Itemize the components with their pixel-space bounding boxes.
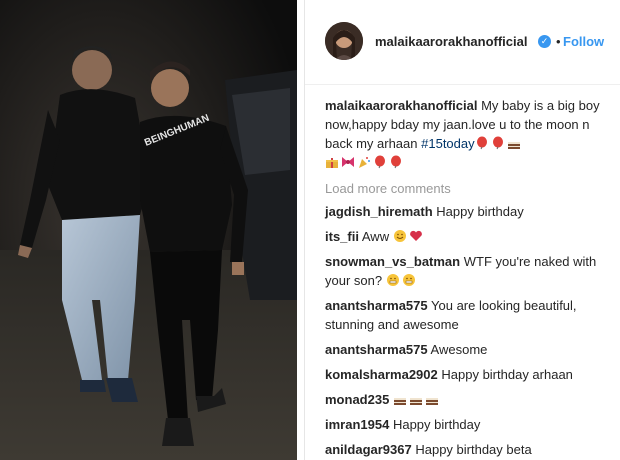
- comment-username[interactable]: anantsharma575: [325, 298, 428, 313]
- comment-item: komalsharma2902 Happy birthday arhaan: [325, 365, 615, 384]
- comment-username[interactable]: monad235: [325, 392, 389, 407]
- follow-button[interactable]: Follow: [563, 34, 604, 49]
- comment-item: anildagar9367 Happy birthday beta: [325, 440, 615, 459]
- comment-item: monad235: [325, 390, 615, 409]
- avatar[interactable]: [325, 22, 363, 60]
- load-more-comments-link[interactable]: Load more comments: [325, 181, 615, 196]
- comment-username[interactable]: komalsharma2902: [325, 367, 438, 382]
- comment-username[interactable]: imran1954: [325, 417, 389, 432]
- comment-item: snowman_vs_batman WTF you're naked with …: [325, 252, 615, 290]
- balloon-icon: [375, 155, 385, 169]
- separator-dot: •: [556, 34, 561, 49]
- photo-illustration: BEINGHUMAN: [0, 0, 297, 460]
- caption-hashtag[interactable]: #15today: [421, 136, 475, 151]
- balloon-icon: [391, 155, 401, 169]
- comment-item: imran1954 Happy birthday: [325, 415, 615, 434]
- header-username[interactable]: malaikaarorakhanofficial: [375, 34, 527, 49]
- verified-badge-icon: ✓: [538, 35, 551, 48]
- comment-item: anantsharma575 You are looking beautiful…: [325, 296, 615, 334]
- comment-username[interactable]: anantsharma575: [325, 342, 428, 357]
- comment-username[interactable]: jagdish_hiremath: [325, 204, 433, 219]
- comment-item: its_fii Aww: [325, 227, 615, 246]
- gift-icon: [326, 158, 338, 168]
- comments-section: malaikaarorakhanofficial My baby is a bi…: [325, 96, 615, 459]
- post-side-panel: malaikaarorakhanofficial ✓ • Follow mala…: [304, 0, 620, 460]
- comment-text: Happy birthday arhaan: [441, 367, 573, 382]
- post-photo: BEINGHUMAN: [0, 0, 297, 460]
- caption-username[interactable]: malaikaarorakhanofficial: [325, 98, 477, 113]
- post-caption: malaikaarorakhanofficial My baby is a bi…: [325, 96, 615, 172]
- grimace-icon: [386, 274, 399, 286]
- avatar-image: [325, 22, 363, 60]
- balloon-icon: [476, 136, 487, 150]
- comment-item: anantsharma575 Awesome: [325, 340, 615, 359]
- comment-username[interactable]: anildagar9367: [325, 442, 412, 457]
- ribbon-icon: [342, 157, 354, 167]
- balloon-icon: [492, 136, 503, 150]
- comment-username[interactable]: snowman_vs_batman: [325, 254, 460, 269]
- post-header: malaikaarorakhanofficial ✓ • Follow: [305, 0, 620, 85]
- comment-text: Awesome: [430, 342, 488, 357]
- party-popper-icon: [359, 157, 370, 168]
- comment-item: jagdish_hiremath Happy birthday: [325, 202, 615, 221]
- cake-icon: [393, 398, 406, 405]
- comment-username[interactable]: its_fii: [325, 229, 359, 244]
- cake-icon: [507, 142, 520, 149]
- comment-text: Happy birthday: [436, 204, 524, 219]
- comment-text: Happy birthday beta: [415, 442, 532, 457]
- heart-icon: [409, 230, 422, 241]
- comment-text: Aww: [361, 229, 390, 244]
- smile-icon: [393, 230, 406, 242]
- grimace-icon: [402, 274, 415, 286]
- cake-icon: [425, 398, 438, 405]
- comment-text: Happy birthday: [392, 417, 481, 432]
- cake-icon: [409, 398, 422, 405]
